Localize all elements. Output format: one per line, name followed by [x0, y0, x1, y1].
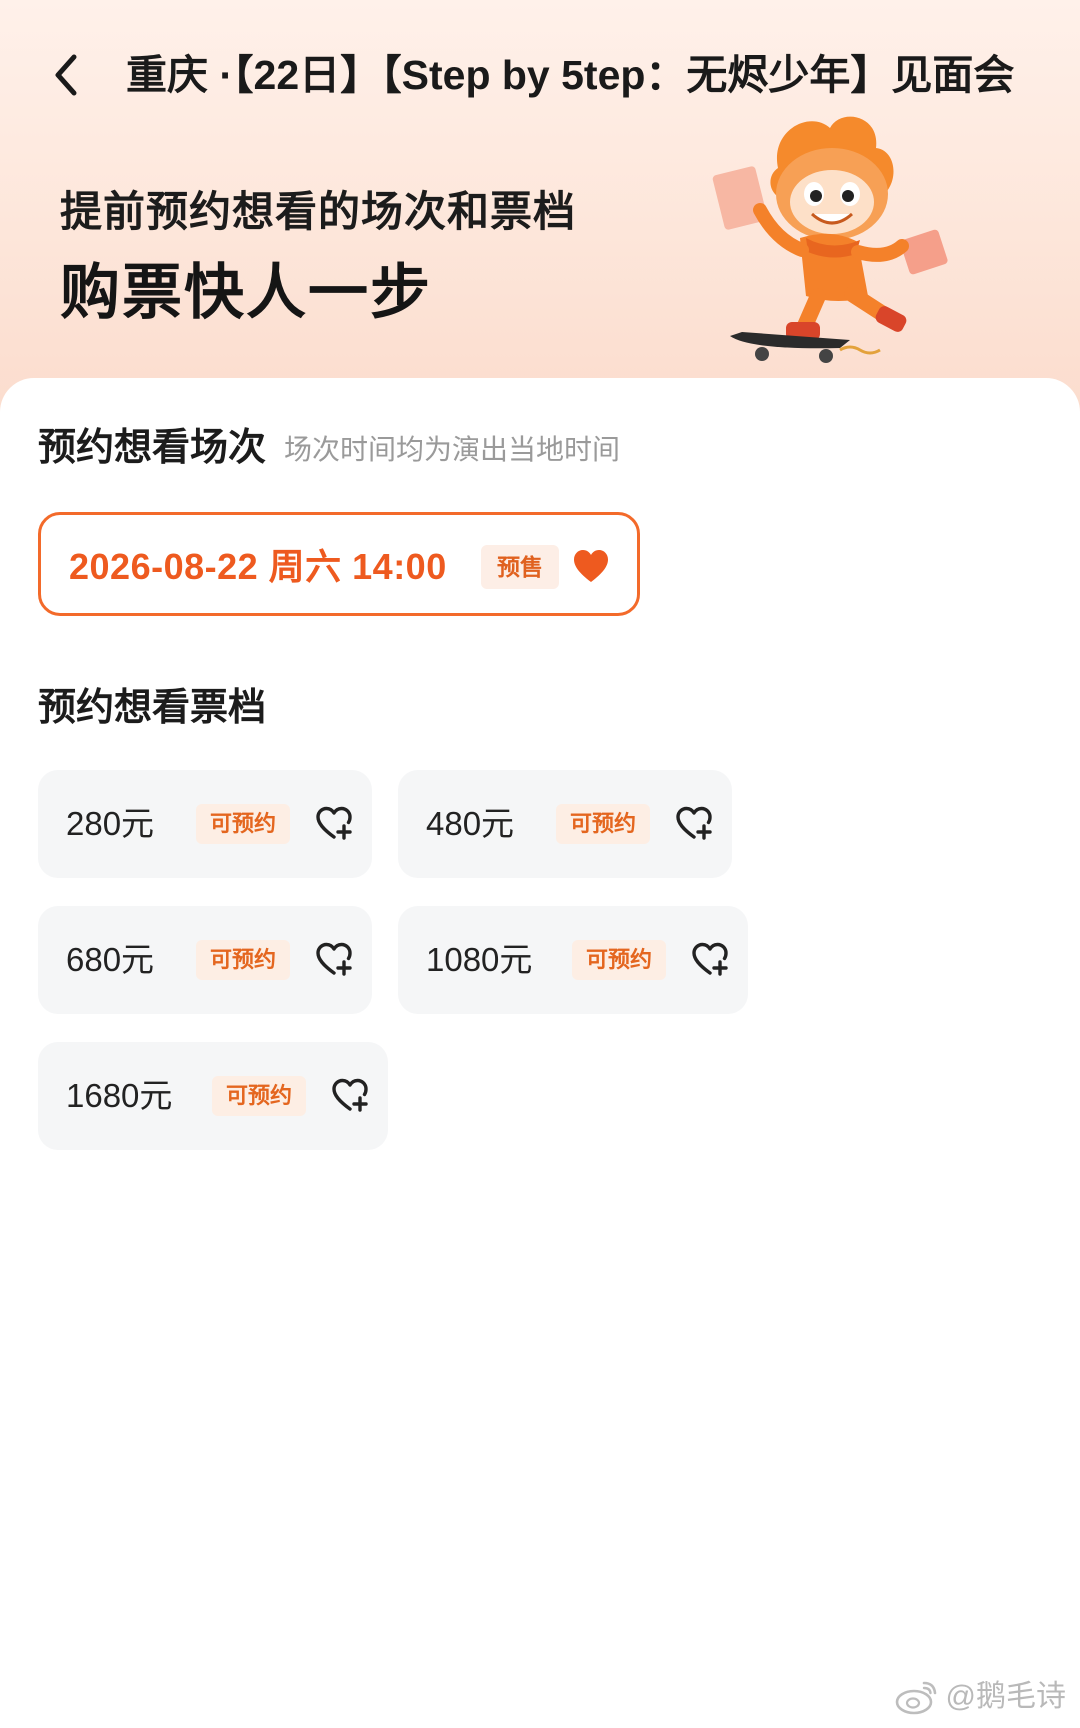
- tier-status-badge: 可预约: [572, 940, 667, 980]
- tier-status-badge: 可预约: [196, 804, 291, 844]
- weibo-icon: [895, 1681, 936, 1715]
- skateboard-mascot-icon: [712, 116, 948, 363]
- back-button[interactable]: [44, 48, 88, 102]
- heart-add-icon: [316, 806, 352, 840]
- tier-price: 680元: [66, 941, 155, 978]
- tier-status-badge: 可预约: [196, 940, 291, 980]
- heart-filled-icon: [574, 550, 608, 582]
- tier-option[interactable]: 680元 可预约: [38, 906, 372, 1014]
- tier-option[interactable]: 280元 可预约: [38, 770, 372, 878]
- tier-price: 480元: [426, 805, 515, 842]
- session-section-title: 预约想看场次: [38, 427, 267, 469]
- promo-subheadline: 购票快人一步: [60, 259, 432, 326]
- heart-add-icon: [316, 942, 352, 976]
- heart-add-icon: [332, 1078, 368, 1112]
- tier-option[interactable]: 1680元 可预约: [38, 1042, 388, 1150]
- tier-status-badge: 可预约: [556, 804, 651, 844]
- session-date-label: 2026-08-22 周六 14:00: [69, 546, 447, 587]
- presale-badge: 预售: [481, 545, 559, 589]
- session-option[interactable]: 2026-08-22 周六 14:00 预售: [38, 512, 640, 616]
- heart-add-icon: [676, 806, 712, 840]
- tier-option[interactable]: 480元 可预约: [398, 770, 732, 878]
- page-title: 重庆 ·【22日】【Step by 5tep：无烬少年】见面会: [126, 52, 1015, 98]
- tier-price: 280元: [66, 805, 155, 842]
- heart-add-icon: [692, 942, 728, 976]
- promo-headline: 提前预约想看的场次和票档: [60, 188, 577, 235]
- tier-price: 1680元: [66, 1077, 173, 1114]
- watermark-text: @鹅毛诗: [945, 1680, 1066, 1713]
- chevron-left-icon: [55, 54, 77, 96]
- watermark: @鹅毛诗: [894, 1674, 1066, 1720]
- tier-option[interactable]: 1080元 可预约: [398, 906, 748, 1014]
- tier-status-badge: 可预约: [212, 1076, 307, 1116]
- tier-section-title: 预约想看票档: [38, 687, 267, 729]
- tier-price: 1080元: [426, 941, 533, 978]
- session-section-hint: 场次时间均为演出当地时间: [284, 434, 621, 465]
